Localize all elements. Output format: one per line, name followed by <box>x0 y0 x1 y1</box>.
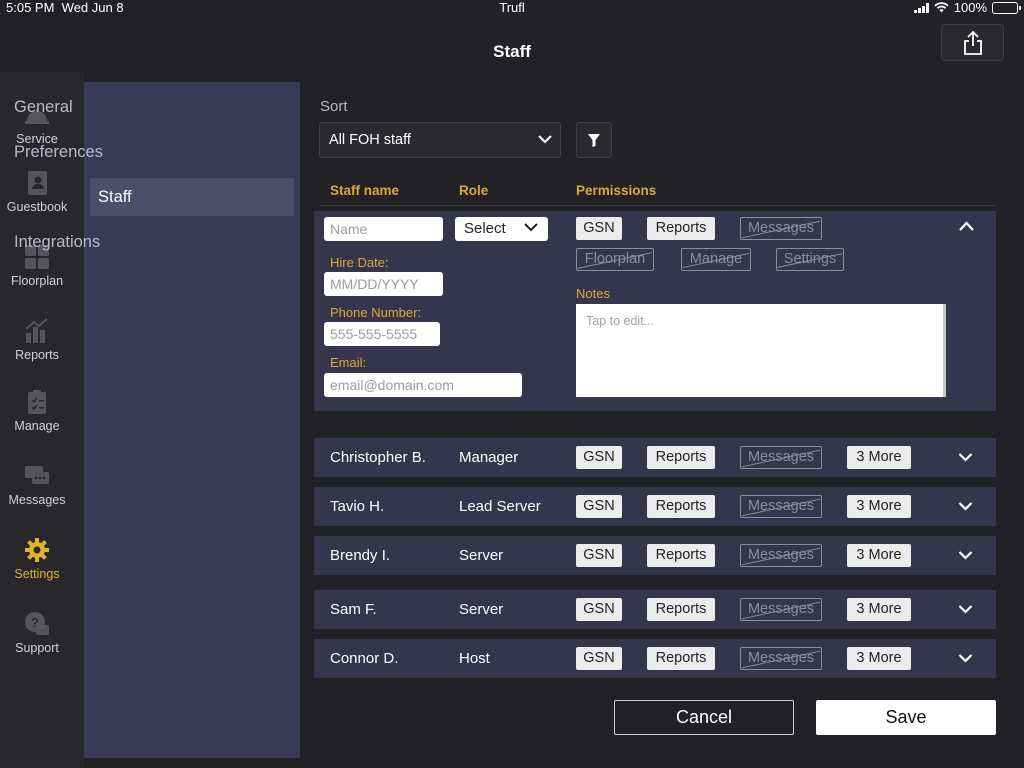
chevron-down-icon[interactable] <box>958 550 973 560</box>
staff-row[interactable]: Connor D. Host GSN Reports Messages 3 Mo… <box>314 639 996 678</box>
permission-toggle-gsn[interactable]: GSN <box>576 217 622 240</box>
rail-item-reports[interactable]: Reports <box>0 318 74 362</box>
hire-date-label: Hire Date: <box>330 255 389 270</box>
permission-badge-reports[interactable]: Reports <box>647 647 715 670</box>
chevron-down-icon[interactable] <box>958 452 973 462</box>
permission-badge-reports[interactable]: Reports <box>647 544 715 567</box>
permission-badge-messages[interactable]: Messages <box>740 495 822 518</box>
cancel-button[interactable]: Cancel <box>614 700 794 735</box>
role-select[interactable]: Select <box>455 217 548 241</box>
svg-text:?: ? <box>31 615 39 630</box>
support-icon: ? <box>25 612 49 635</box>
permission-badge-messages[interactable]: Messages <box>740 446 822 469</box>
hire-date-input[interactable]: MM/DD/YYYY <box>324 272 443 296</box>
menu-item-preferences[interactable]: Preferences <box>6 133 210 171</box>
permission-badge-reports[interactable]: Reports <box>647 495 715 518</box>
permission-badge-reports[interactable]: Reports <box>647 598 715 621</box>
sort-dropdown[interactable]: All FOH staff <box>319 122 561 158</box>
chevron-down-icon[interactable] <box>958 501 973 511</box>
filter-icon <box>588 133 600 147</box>
reports-icon <box>25 318 48 343</box>
more-permissions-button[interactable]: 3 More <box>847 544 911 567</box>
chevron-down-icon[interactable] <box>958 653 973 663</box>
staff-role: Server <box>459 601 504 618</box>
share-icon <box>963 30 982 55</box>
permission-badge-reports[interactable]: Reports <box>647 446 715 469</box>
rail-item-support[interactable]: ? Support <box>0 611 74 655</box>
sort-label: Sort <box>320 98 348 115</box>
phone-label: Phone Number: <box>330 305 422 320</box>
rail-item-guestbook[interactable]: Guestbook <box>0 170 74 214</box>
staff-role: Lead Server <box>459 498 541 515</box>
email-label: Email: <box>330 355 367 370</box>
permission-badge-gsn[interactable]: GSN <box>576 446 622 469</box>
staff-role: Server <box>459 547 504 564</box>
permission-badge-gsn[interactable]: GSN <box>576 647 622 670</box>
chat-icon <box>25 466 49 484</box>
battery-icon <box>992 1 1021 14</box>
filter-button[interactable] <box>576 122 612 158</box>
rail-item-settings[interactable]: Settings <box>0 537 74 581</box>
more-permissions-button[interactable]: 3 More <box>847 446 911 469</box>
name-input[interactable]: Name <box>324 217 443 241</box>
gear-icon <box>25 538 49 562</box>
permission-badge-messages[interactable]: Messages <box>740 647 822 670</box>
menu-item-general[interactable]: General <box>6 88 210 126</box>
save-button[interactable]: Save <box>816 700 996 735</box>
email-input[interactable]: email@domain.com <box>324 373 522 397</box>
clipboard-icon <box>28 390 46 414</box>
role-select-value: Select <box>464 220 506 237</box>
chevron-down-icon <box>538 135 552 144</box>
wifi-icon <box>934 2 949 13</box>
staff-name: Brendy I. <box>330 547 391 564</box>
permission-badge-messages[interactable]: Messages <box>740 544 822 567</box>
notes-label: Notes <box>576 286 610 301</box>
staff-row[interactable]: Christopher B. Manager GSN Reports Messa… <box>314 438 996 477</box>
column-header-permissions: Permissions <box>576 183 657 198</box>
staff-row[interactable]: Tavio H. Lead Server GSN Reports Message… <box>314 487 996 526</box>
more-permissions-button[interactable]: 3 More <box>847 647 911 670</box>
chevron-down-icon <box>524 223 538 232</box>
permission-badge-gsn[interactable]: GSN <box>576 495 622 518</box>
staff-row[interactable]: Brendy I. Server GSN Reports Messages 3 … <box>314 536 996 575</box>
chevron-up-icon[interactable] <box>958 221 975 232</box>
chevron-down-icon[interactable] <box>958 604 973 614</box>
header-divider <box>320 205 996 206</box>
staff-name: Sam F. <box>330 601 377 618</box>
staff-row[interactable]: Sam F. Server GSN Reports Messages 3 Mor… <box>314 590 996 629</box>
page-title: Staff <box>493 42 531 61</box>
rail-item-messages[interactable]: Messages <box>0 463 74 507</box>
permission-badge-messages[interactable]: Messages <box>740 598 822 621</box>
column-header-role[interactable]: Role <box>459 183 488 198</box>
permission-toggle-floorplan[interactable]: Floorplan <box>576 248 654 271</box>
permission-toggle-settings[interactable]: Settings <box>776 248 844 271</box>
staff-name: Christopher B. <box>330 449 426 466</box>
carrier-name: Trufl <box>499 0 525 15</box>
staff-name: Tavio H. <box>330 498 385 515</box>
permission-toggle-reports[interactable]: Reports <box>647 217 715 240</box>
permission-toggle-manage[interactable]: Manage <box>681 248 751 271</box>
phone-input[interactable]: 555-555-5555 <box>324 322 440 346</box>
menu-item-staff[interactable]: Staff <box>90 178 294 216</box>
staff-role: Host <box>459 650 490 667</box>
staff-role: Manager <box>459 449 519 466</box>
permission-badge-gsn[interactable]: GSN <box>576 598 622 621</box>
notes-field[interactable]: Tap to edit... <box>576 304 946 397</box>
more-permissions-button[interactable]: 3 More <box>847 598 911 621</box>
more-permissions-button[interactable]: 3 More <box>847 495 911 518</box>
guestbook-icon <box>28 171 47 195</box>
sort-value: All FOH staff <box>329 132 411 148</box>
staff-name: Connor D. <box>330 650 399 667</box>
permission-toggle-messages[interactable]: Messages <box>740 217 822 240</box>
column-header-staff-name[interactable]: Staff name <box>330 183 399 198</box>
menu-item-integrations[interactable]: Integrations <box>6 223 210 261</box>
status-bar: 5:05 PM Wed Jun 8 Trufl 100% <box>0 0 1024 16</box>
battery-percent: 100% <box>953 0 987 15</box>
rail-item-manage[interactable]: Manage <box>0 389 74 433</box>
permission-badge-gsn[interactable]: GSN <box>576 544 622 567</box>
cellular-signal-icon <box>913 2 929 13</box>
share-button[interactable] <box>941 24 1004 61</box>
